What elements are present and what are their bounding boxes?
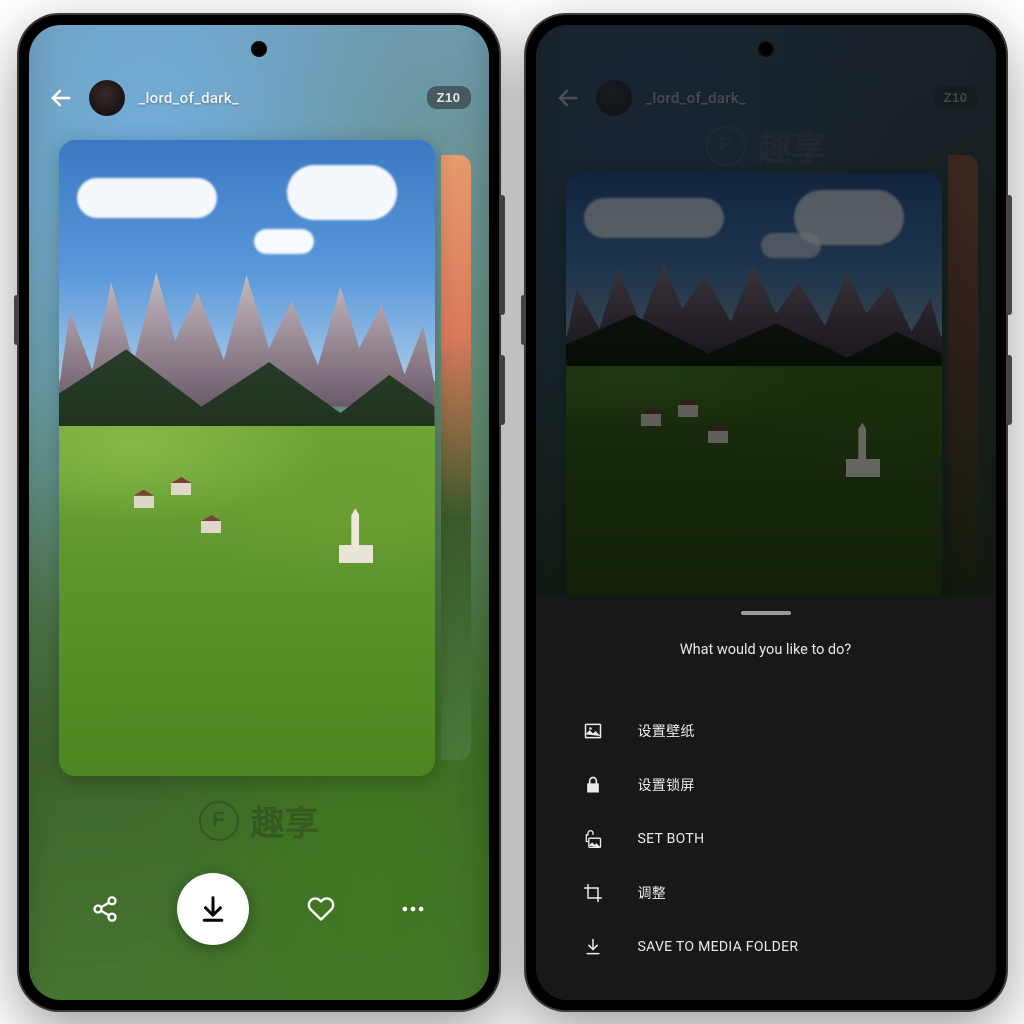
zedge-credit-badge[interactable]: Z10	[427, 86, 471, 109]
watermark: F 趣享	[29, 796, 489, 846]
sheet-item-set-wallpaper[interactable]: 设置壁纸	[536, 704, 996, 758]
power-button	[1006, 355, 1012, 425]
sheet-item-label: SET BOTH	[638, 831, 705, 847]
screen: _lord_of_dark_ Z10 F 趣享	[536, 25, 996, 1000]
volume-button	[499, 195, 505, 315]
side-key	[521, 295, 526, 345]
lock-picture-icon	[582, 828, 604, 850]
action-sheet: What would you like to do? 设置壁纸 设置锁屏 SET…	[536, 595, 996, 1000]
download-button[interactable]	[177, 873, 249, 945]
drag-handle[interactable]	[741, 611, 791, 615]
download-icon	[582, 936, 604, 958]
power-button	[499, 355, 505, 425]
watermark-text: 趣享	[251, 796, 319, 845]
favorite-button[interactable]	[301, 889, 341, 929]
username[interactable]: _lord_of_dark_	[139, 89, 239, 107]
avatar[interactable]	[89, 80, 125, 116]
front-camera	[251, 41, 267, 57]
lock-icon	[582, 774, 604, 796]
sheet-item-adjust[interactable]: 调整	[536, 866, 996, 920]
crop-icon	[582, 882, 604, 904]
screen: _lord_of_dark_ Z10 F 趣享	[29, 25, 489, 1000]
side-key	[14, 295, 19, 345]
watermark-logo: F	[199, 801, 239, 841]
bottom-action-bar	[29, 866, 489, 952]
share-button[interactable]	[85, 889, 125, 929]
sheet-item-set-lockscreen[interactable]: 设置锁屏	[536, 758, 996, 812]
front-camera	[758, 41, 774, 57]
more-button[interactable]	[393, 889, 433, 929]
top-bar: _lord_of_dark_ Z10	[29, 70, 489, 126]
next-wallpaper-peek[interactable]	[441, 155, 471, 760]
landscape-image	[59, 140, 435, 776]
sheet-item-save[interactable]: SAVE TO MEDIA FOLDER	[536, 920, 996, 974]
sheet-item-label: SAVE TO MEDIA FOLDER	[638, 939, 799, 955]
sheet-item-label: 设置锁屏	[638, 775, 695, 795]
sheet-item-label: 设置壁纸	[638, 721, 695, 741]
wallpaper-preview[interactable]	[59, 140, 435, 776]
phone-mockup-right: _lord_of_dark_ Z10 F 趣享	[526, 15, 1006, 1010]
sheet-title: What would you like to do?	[536, 641, 996, 658]
sheet-item-label: 调整	[638, 883, 667, 903]
phone-mockup-left: _lord_of_dark_ Z10 F 趣享	[19, 15, 499, 1010]
sheet-item-set-both[interactable]: SET BOTH	[536, 812, 996, 866]
volume-button	[1006, 195, 1012, 315]
picture-icon	[582, 720, 604, 742]
back-arrow-icon[interactable]	[47, 84, 75, 112]
